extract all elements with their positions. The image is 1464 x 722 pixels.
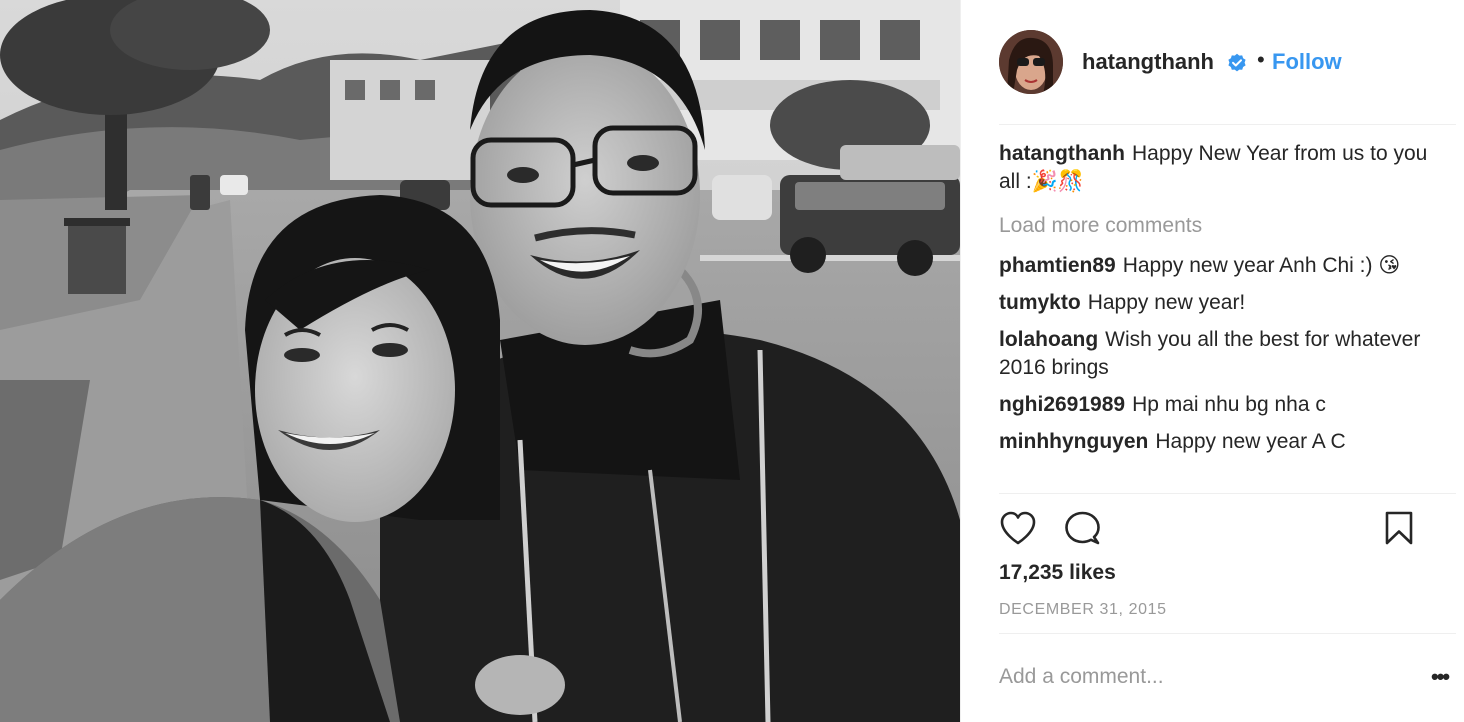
footer-divider	[999, 633, 1456, 634]
load-more-comments-button[interactable]: Load more comments	[999, 212, 1439, 240]
comment-item: minhhynguyen Happy new year A C	[999, 428, 1439, 456]
instagram-post: hatangthanh • Follow hatangthanh Happy Ne…	[0, 0, 1464, 722]
bookmark-icon[interactable]	[1383, 510, 1415, 546]
caption-username[interactable]: hatangthanh	[999, 142, 1125, 165]
comment-username[interactable]: phamtien89	[999, 254, 1116, 277]
post-header: hatangthanh • Follow	[961, 0, 1464, 125]
action-bar	[999, 510, 1439, 550]
post-photo[interactable]	[0, 0, 960, 722]
comment-username[interactable]: tumykto	[999, 291, 1081, 314]
comment-item: tumykto Happy new year!	[999, 289, 1439, 317]
comment-text: Happy new year A C	[1155, 430, 1346, 453]
post-author-username[interactable]: hatangthanh	[1082, 49, 1214, 75]
heart-icon[interactable]	[999, 510, 1037, 546]
comment-item: lolahoang Wish you all the best for whate…	[999, 326, 1439, 382]
verified-badge-icon	[1228, 53, 1246, 72]
caption: hatangthanh Happy New Year from us to you…	[999, 140, 1439, 196]
post-details-panel: hatangthanh • Follow hatangthanh Happy Ne…	[960, 0, 1464, 722]
more-options-icon[interactable]: •••	[1431, 664, 1450, 690]
avatar-image	[999, 30, 1063, 94]
comment-bubble-icon[interactable]	[1063, 510, 1101, 546]
likes-count[interactable]: 17,235 likes	[999, 561, 1116, 585]
comment-text: Happy new year Anh Chi :) 😘	[1122, 254, 1401, 277]
header-separator: •	[1257, 47, 1265, 72]
header-divider	[999, 124, 1456, 125]
comment-username[interactable]: nghi2691989	[999, 393, 1125, 416]
comments-section: hatangthanh Happy New Year from us to you…	[999, 140, 1439, 465]
comments-divider	[999, 493, 1456, 494]
comment-item: nghi2691989 Hp mai nhu bg nha c	[999, 391, 1439, 419]
comment-text: Hp mai nhu bg nha c	[1132, 393, 1326, 416]
comment-username[interactable]: lolahoang	[999, 328, 1098, 351]
post-date[interactable]: DECEMBER 31, 2015	[999, 601, 1167, 619]
add-comment-input[interactable]	[999, 660, 1379, 694]
comment-text: Happy new year!	[1087, 291, 1246, 314]
comment-username[interactable]: minhhynguyen	[999, 430, 1148, 453]
avatar[interactable]	[999, 30, 1063, 94]
selfie-photo-illustration	[0, 0, 960, 722]
follow-button[interactable]: Follow	[1272, 49, 1342, 75]
comment-item: phamtien89 Happy new year Anh Chi :) 😘	[999, 252, 1439, 280]
